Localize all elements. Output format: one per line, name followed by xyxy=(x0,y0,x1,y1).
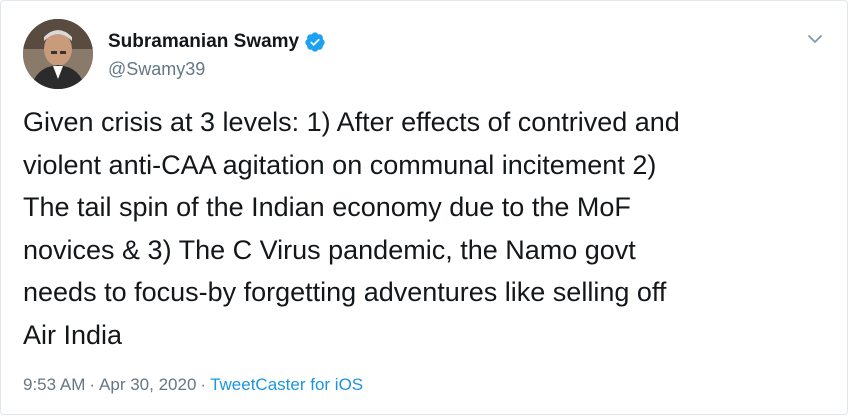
tweet-source-link[interactable]: TweetCaster for iOS xyxy=(210,375,363,395)
author-name-row: Subramanian Swamy xyxy=(108,31,326,53)
meta-separator: · xyxy=(89,375,96,394)
avatar-image xyxy=(23,19,93,89)
avatar[interactable] xyxy=(23,19,93,89)
tweet-date[interactable]: Apr 30, 2020 xyxy=(99,375,196,395)
meta-separator: · xyxy=(200,375,207,394)
tweet-meta: 9:53 AM · Apr 30, 2020 · TweetCaster for… xyxy=(23,375,363,395)
tweet-card: Subramanian Swamy @Swamy39 Given crisis … xyxy=(0,0,848,415)
author-display-name[interactable]: Subramanian Swamy xyxy=(108,31,299,53)
tweet-text: Given crisis at 3 levels: 1) After effec… xyxy=(23,107,680,350)
author-handle[interactable]: @Swamy39 xyxy=(108,59,205,80)
verified-badge-icon xyxy=(304,31,326,53)
tweet-time[interactable]: 9:53 AM xyxy=(23,375,85,395)
chevron-down-icon[interactable] xyxy=(805,29,825,49)
